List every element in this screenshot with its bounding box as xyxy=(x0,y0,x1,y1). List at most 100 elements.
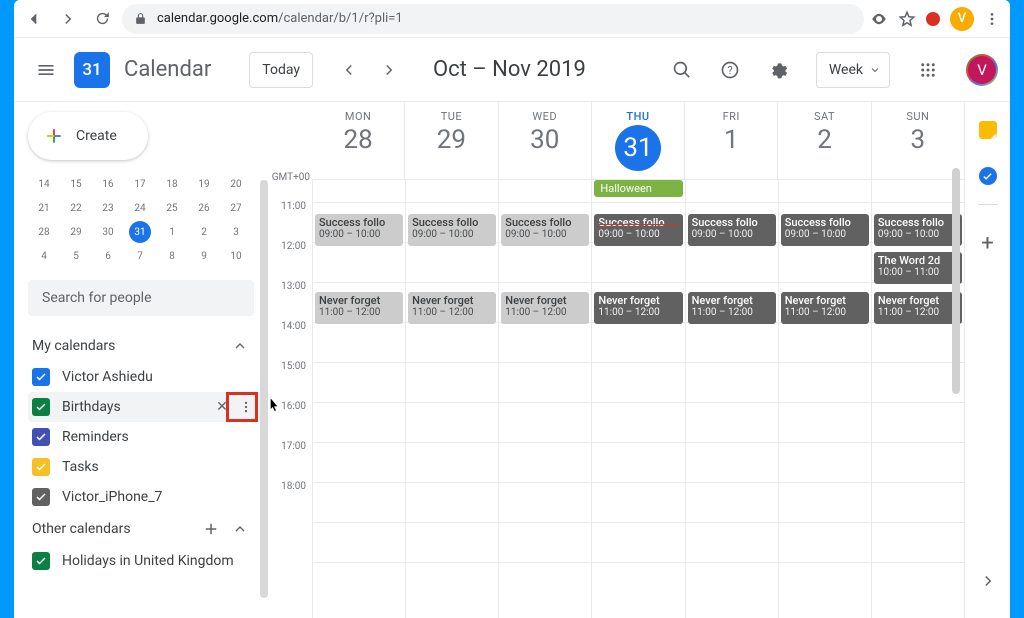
remove-calendar-button[interactable]: ✕ xyxy=(212,399,232,415)
forward-button[interactable] xyxy=(54,5,82,33)
keep-button[interactable] xyxy=(978,120,998,140)
calendar-checkbox[interactable] xyxy=(32,552,50,570)
mini-day-cell[interactable]: 23 xyxy=(92,196,124,220)
mini-day-cell[interactable]: 8 xyxy=(156,244,188,268)
add-calendar-icon[interactable] xyxy=(202,520,220,538)
my-calendars-header[interactable]: My calendars xyxy=(28,330,262,362)
day-column[interactable]: Success follo09:00 – 10:00 Never forget11… xyxy=(405,202,498,618)
calendar-event[interactable]: Never forget11:00 – 12:00 xyxy=(594,292,682,324)
allday-cell[interactable] xyxy=(871,180,964,202)
mini-day-cell[interactable]: 31 xyxy=(129,221,151,243)
day-column[interactable]: Success follo09:00 – 10:00 Never forget11… xyxy=(312,202,405,618)
add-addon-button[interactable]: + xyxy=(981,231,993,256)
allday-cell[interactable] xyxy=(778,180,871,202)
mini-day-cell[interactable]: 18 xyxy=(156,172,188,196)
mini-day-cell[interactable]: 27 xyxy=(220,196,252,220)
allday-event[interactable]: Halloween xyxy=(594,180,682,197)
mini-day-cell[interactable]: 26 xyxy=(188,196,220,220)
today-button[interactable]: Today xyxy=(249,52,313,88)
eye-icon[interactable] xyxy=(870,10,888,28)
grid-body[interactable]: Success follo09:00 – 10:00 Never forget11… xyxy=(312,202,964,618)
day-header[interactable]: SUN3 xyxy=(871,102,964,179)
day-column[interactable]: Success follo09:00 – 10:00 Never forget11… xyxy=(498,202,591,618)
mini-day-cell[interactable]: 15 xyxy=(60,172,92,196)
calendar-event[interactable]: Never forget11:00 – 12:00 xyxy=(874,292,962,324)
mini-day-cell[interactable]: 30 xyxy=(92,220,124,244)
mini-day-cell[interactable]: 19 xyxy=(188,172,220,196)
mini-day-cell[interactable]: 2 xyxy=(188,220,220,244)
create-button[interactable]: Create xyxy=(28,112,148,160)
day-header[interactable]: THU31 xyxy=(591,102,684,179)
address-bar[interactable]: calendar.google.com/calendar/b/1/r?pli=1 xyxy=(122,4,864,34)
calendar-item[interactable]: Victor_iPhone_7 xyxy=(28,482,262,512)
day-header[interactable]: MON28 xyxy=(312,102,404,179)
mini-day-cell[interactable]: 16 xyxy=(92,172,124,196)
calendar-event[interactable]: Success follo09:00 – 10:00 xyxy=(408,214,496,246)
calendar-event[interactable]: Never forget11:00 – 12:00 xyxy=(688,292,776,324)
calendar-item[interactable]: Tasks xyxy=(28,452,262,482)
calendar-checkbox[interactable] xyxy=(32,488,50,506)
profile-avatar[interactable]: V xyxy=(950,7,974,31)
day-column[interactable]: Success follo09:00 – 10:00 Never forget11… xyxy=(591,202,684,618)
calendar-checkbox[interactable] xyxy=(32,398,50,416)
help-button[interactable]: ? xyxy=(710,50,750,90)
calendar-event[interactable]: Never forget11:00 – 12:00 xyxy=(501,292,589,324)
allday-cell[interactable] xyxy=(685,180,778,202)
calendar-item[interactable]: Victor Ashiedu xyxy=(28,362,262,392)
mini-day-cell[interactable]: 4 xyxy=(28,244,60,268)
other-calendars-header[interactable]: Other calendars xyxy=(28,512,262,546)
main-menu-button[interactable] xyxy=(26,50,66,90)
mini-day-cell[interactable]: 28 xyxy=(28,220,60,244)
prev-period-button[interactable] xyxy=(333,54,365,86)
day-column[interactable]: Success follo09:00 – 10:00Never forget11… xyxy=(778,202,871,618)
day-header[interactable]: SAT2 xyxy=(777,102,870,179)
reload-button[interactable] xyxy=(88,5,116,33)
mini-day-cell[interactable]: 1 xyxy=(156,220,188,244)
day-column[interactable]: Success follo09:00 – 10:00 The Word 2d10:… xyxy=(871,202,964,618)
day-header[interactable]: FRI1 xyxy=(684,102,777,179)
calendar-event[interactable]: Never forget11:00 – 12:00 xyxy=(781,292,869,324)
allday-cell[interactable] xyxy=(312,180,405,202)
tasks-button[interactable] xyxy=(978,166,998,186)
calendar-item[interactable]: Birthdays✕ xyxy=(28,392,262,422)
calendar-event[interactable]: The Word 2d10:00 – 11:00 xyxy=(874,252,962,284)
mini-day-cell[interactable]: 14 xyxy=(28,172,60,196)
search-button[interactable] xyxy=(662,50,702,90)
calendar-event[interactable]: Success follo09:00 – 10:00 xyxy=(874,214,962,246)
next-period-button[interactable] xyxy=(373,54,405,86)
calendar-checkbox[interactable] xyxy=(32,368,50,386)
mini-day-cell[interactable]: 5 xyxy=(60,244,92,268)
mini-day-cell[interactable]: 9 xyxy=(188,244,220,268)
star-icon[interactable] xyxy=(898,10,916,28)
calendar-event[interactable]: Never forget11:00 – 12:00 xyxy=(408,292,496,324)
day-header[interactable]: TUE29 xyxy=(404,102,497,179)
search-people-input[interactable]: Search for people xyxy=(28,280,254,316)
grid-scrollbar[interactable] xyxy=(952,168,960,394)
mini-day-cell[interactable]: 22 xyxy=(60,196,92,220)
back-button[interactable] xyxy=(20,5,48,33)
calendar-item[interactable]: Holidays in United Kingdom xyxy=(28,546,262,576)
calendar-item[interactable]: Reminders xyxy=(28,422,262,452)
mini-calendar[interactable]: 1415161718192021222324252627282930311234… xyxy=(28,172,252,268)
chrome-menu-icon[interactable] xyxy=(984,11,1000,27)
allday-cell[interactable] xyxy=(405,180,498,202)
mini-day-cell[interactable]: 21 xyxy=(28,196,60,220)
calendar-event[interactable]: Success follo09:00 – 10:00 xyxy=(315,214,403,246)
calendar-event[interactable]: Success follo09:00 – 10:00 xyxy=(501,214,589,246)
mini-day-cell[interactable]: 3 xyxy=(220,220,252,244)
mini-day-cell[interactable]: 20 xyxy=(220,172,252,196)
allday-cell[interactable]: Halloween xyxy=(591,180,684,202)
settings-button[interactable] xyxy=(758,50,798,90)
mini-day-cell[interactable]: 29 xyxy=(60,220,92,244)
allday-cell[interactable] xyxy=(498,180,591,202)
extension-icon[interactable] xyxy=(926,12,940,26)
calendar-event[interactable]: Success follo09:00 – 10:00 xyxy=(594,214,682,246)
mini-day-cell[interactable]: 24 xyxy=(124,196,156,220)
mini-day-cell[interactable]: 10 xyxy=(220,244,252,268)
calendar-checkbox[interactable] xyxy=(32,428,50,446)
mini-day-cell[interactable]: 17 xyxy=(124,172,156,196)
day-column[interactable]: Success follo09:00 – 10:00 Never forget11… xyxy=(685,202,778,618)
mini-day-cell[interactable]: 7 xyxy=(124,244,156,268)
calendar-event[interactable]: Success follo09:00 – 10:00 xyxy=(688,214,776,246)
calendar-event[interactable]: Never forget11:00 – 12:00 xyxy=(315,292,403,324)
